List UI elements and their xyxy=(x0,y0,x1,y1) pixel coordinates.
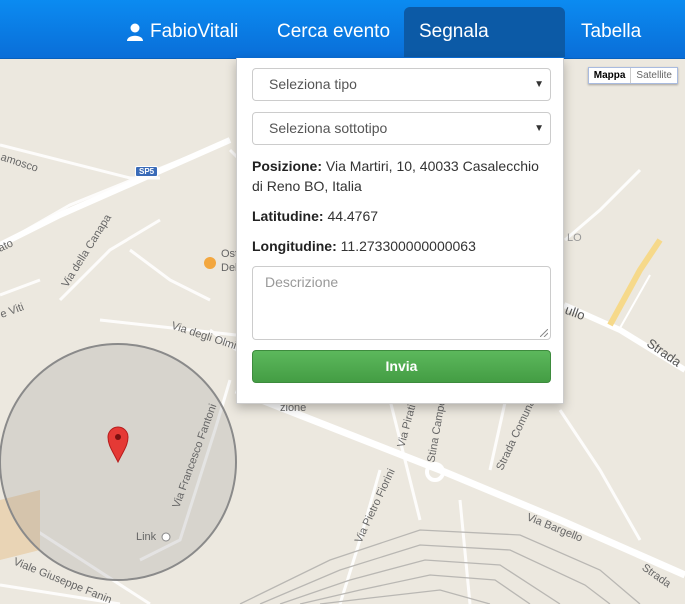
latitude-value: 44.4767 xyxy=(327,208,379,224)
report-event-panel: Seleziona tipo ▼ Seleziona sottotipo ▼ P… xyxy=(236,58,564,404)
map-type-control: Mappa Satellite xyxy=(587,67,678,84)
road-shield-sp5: SP5 xyxy=(135,166,159,177)
type-select[interactable]: Seleziona tipo ▼ xyxy=(252,68,551,101)
resize-grip-icon[interactable] xyxy=(540,329,548,337)
subtype-select-value: Seleziona sottotipo xyxy=(269,120,388,136)
latitude-info: Latitudine: 44.4767 xyxy=(252,206,552,226)
map-type-satellite-button[interactable]: Satellite xyxy=(630,68,677,83)
nav-table[interactable]: Tabella xyxy=(566,7,656,57)
map-type-map-button[interactable]: Mappa xyxy=(589,68,631,83)
user-icon xyxy=(127,23,143,41)
longitude-label: Longitudine: xyxy=(252,238,337,254)
position-label: Posizione: xyxy=(252,158,323,174)
map-label-lo: LO xyxy=(567,232,582,244)
subtype-select[interactable]: Seleziona sottotipo ▼ xyxy=(252,112,551,145)
longitude-info: Longitudine: 11.273300000000063 xyxy=(252,236,552,256)
chevron-down-icon: ▼ xyxy=(534,79,544,90)
chevron-down-icon: ▼ xyxy=(534,123,544,134)
map-label-link: Link xyxy=(136,531,157,543)
nav-user-label: FabioVitali xyxy=(150,21,239,42)
top-navbar: FabioVitali Cerca evento Segnala evento … xyxy=(0,0,685,92)
longitude-value: 11.273300000000063 xyxy=(340,238,476,254)
description-placeholder: Descrizione xyxy=(265,274,339,290)
nav-search-event[interactable]: Cerca evento xyxy=(262,7,405,57)
nav-report-event[interactable]: Segnala evento xyxy=(404,7,565,92)
latitude-label: Latitudine: xyxy=(252,208,324,224)
type-select-value: Seleziona tipo xyxy=(269,76,357,92)
description-field[interactable]: Descrizione xyxy=(252,266,551,340)
position-info: Posizione: Via Martiri, 10, 40033 Casale… xyxy=(252,156,552,196)
submit-button[interactable]: Invia xyxy=(252,350,551,383)
nav-user[interactable]: FabioVitali xyxy=(111,7,253,57)
